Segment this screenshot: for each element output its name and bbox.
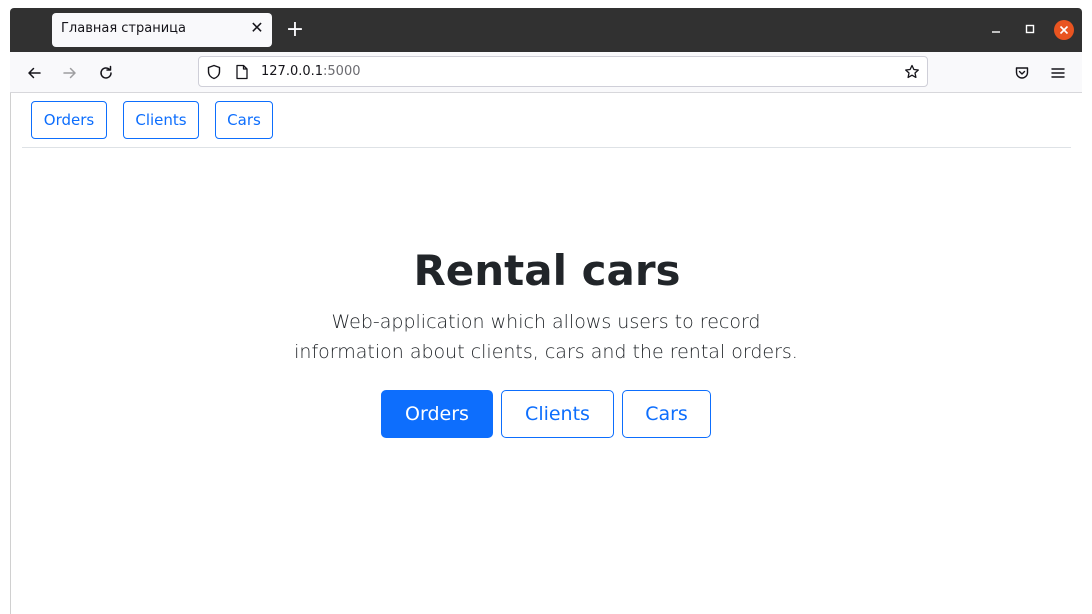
- hero-clients-button[interactable]: Clients: [501, 390, 614, 438]
- url-bar[interactable]: 127.0.0.1:5000: [198, 56, 928, 87]
- page-content: Orders Clients Cars Rental cars Web-appl…: [10, 93, 1082, 614]
- url-port: :5000: [323, 64, 361, 79]
- minimize-icon[interactable]: [986, 20, 1006, 40]
- nav-orders-button[interactable]: Orders: [31, 101, 107, 139]
- url-text[interactable]: 127.0.0.1:5000: [261, 64, 361, 79]
- nav-cars-button[interactable]: Cars: [215, 101, 273, 139]
- browser-tab[interactable]: Главная страница ✕: [52, 13, 272, 47]
- tab-title: Главная страница: [61, 21, 186, 36]
- hamburger-menu-icon[interactable]: [1046, 61, 1070, 85]
- page-title: Rental cars: [413, 246, 681, 295]
- browser-window: Главная страница ✕ + 127.0.0.1:5000 Orde…: [0, 0, 1092, 614]
- top-navigation: Orders Clients Cars: [22, 93, 1071, 148]
- close-icon[interactable]: ✕: [250, 19, 264, 37]
- hero-orders-button[interactable]: Orders: [381, 390, 493, 438]
- forward-arrow-icon[interactable]: [58, 61, 82, 85]
- shield-icon[interactable]: [205, 63, 223, 81]
- maximize-icon[interactable]: [1020, 20, 1040, 40]
- back-arrow-icon[interactable]: [22, 61, 46, 85]
- star-icon[interactable]: [903, 63, 921, 81]
- page-icon: [233, 63, 251, 81]
- url-host: 127.0.0.1: [261, 64, 324, 79]
- window-close-icon[interactable]: [1054, 20, 1074, 40]
- page-description: Web-application which allows users to re…: [294, 311, 798, 363]
- plus-icon[interactable]: +: [284, 18, 306, 42]
- pocket-icon[interactable]: [1010, 61, 1034, 85]
- hero-cars-button[interactable]: Cars: [622, 390, 711, 438]
- reload-icon[interactable]: [94, 61, 118, 85]
- nav-clients-button[interactable]: Clients: [123, 101, 199, 139]
